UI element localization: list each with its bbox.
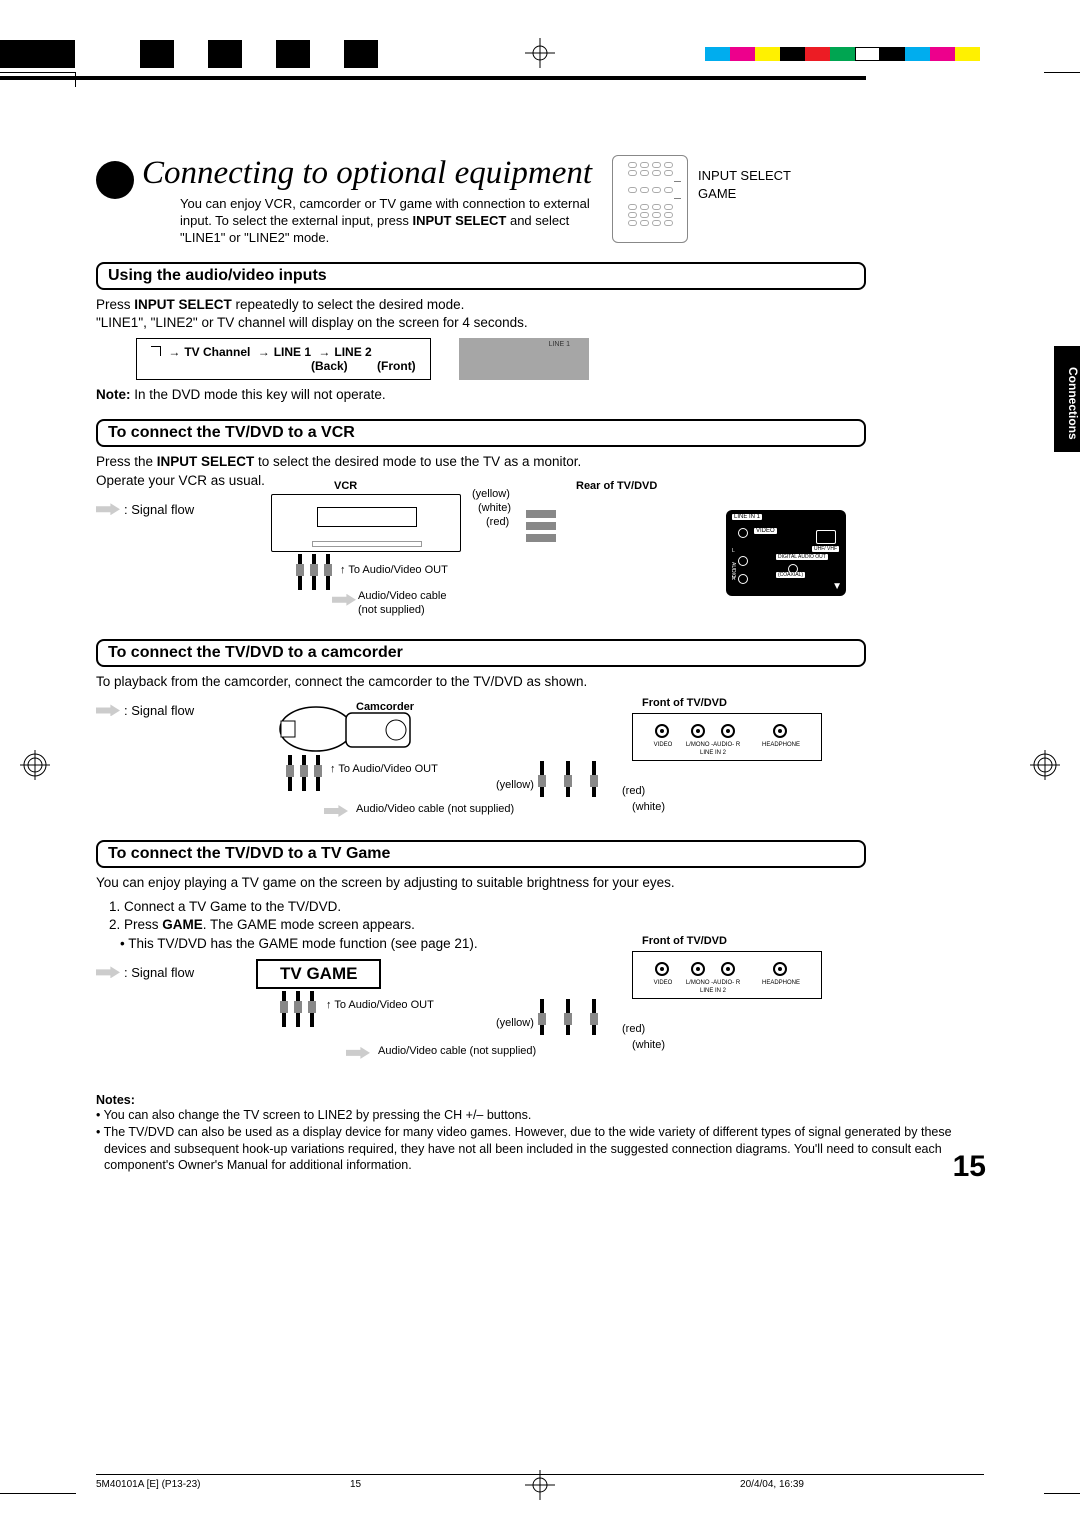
note-text: Note: In the DVD mode this key will not … (96, 386, 986, 404)
registration-mark-icon (1030, 750, 1060, 780)
notes-heading: Notes: (96, 1093, 986, 1107)
arrow-icon (96, 966, 120, 978)
camcorder-connection-diagram: : Signal flow Camcorder Front of TV/DVD … (96, 695, 986, 825)
arrow-icon (96, 503, 120, 515)
section-body: You can enjoy playing a TV game on the s… (96, 874, 986, 892)
page-title: Connecting to optional equipment (142, 155, 592, 192)
crop-mark (1044, 72, 1080, 73)
arrow-icon (96, 704, 120, 716)
front-panel-diagram: VIDEO L/MONO -AUDIO- R HEADPHONE LINE IN… (632, 713, 822, 761)
crop-mark (1044, 1493, 1080, 1494)
registration-mark-icon (20, 750, 50, 780)
crop-mark (75, 72, 76, 87)
notes-list: You can also change the TV screen to LIN… (96, 1107, 986, 1175)
footer: 5M40101A [E] (P13-23) 15 20/4/04, 16:39 (96, 1474, 984, 1490)
tvgame-connection-diagram: : Signal flow TV GAME Front of TV/DVD VI… (96, 957, 986, 1087)
page-content: Connecting to optional equipment You can… (96, 155, 986, 1174)
remote-diagram: — — (612, 155, 688, 243)
section-body: Press INPUT SELECT repeatedly to select … (96, 296, 986, 332)
section-tab: Connections (1054, 346, 1080, 452)
section-body: To playback from the camcorder, connect … (96, 673, 986, 691)
steps-list: Connect a TV Game to the TV/DVD. Press G… (124, 898, 986, 953)
crop-mark (0, 1493, 76, 1494)
section-header: Using the audio/video inputs (96, 262, 866, 290)
tvgame-box: TV GAME (256, 959, 381, 989)
page-number: 15 (953, 1150, 986, 1184)
crop-mark (0, 72, 76, 73)
title-bullet-icon (96, 161, 134, 199)
section-header: To connect the TV/DVD to a VCR (96, 419, 866, 447)
tv-screen-mock: LINE 1 (459, 338, 589, 380)
remote-callouts: INPUT SELECT GAME (698, 167, 791, 203)
front-panel-diagram: VIDEO L/MONO -AUDIO- R HEADPHONE LINE IN… (632, 951, 822, 999)
camcorder-icon (276, 695, 426, 755)
intro-text: You can enjoy VCR, camcorder or TV game … (180, 196, 590, 247)
top-rule (0, 76, 866, 80)
vcr-connection-diagram: : Signal flow VCR (yellow) (white) (red)… (96, 494, 986, 624)
rear-panel-diagram: LINE IN 1 VIDEO UHF/ VHF L DIGITAL AUDIO… (726, 510, 846, 596)
section-header: To connect the TV/DVD to a TV Game (96, 840, 866, 868)
section-header: To connect the TV/DVD to a camcorder (96, 639, 866, 667)
vcr-icon (271, 494, 461, 552)
mode-flow-diagram: TV Channel LINE 1 LINE 2 (Back) (Front) (136, 338, 431, 380)
registration-mark-icon (525, 38, 555, 68)
section-body: Press the INPUT SELECT to select the des… (96, 453, 986, 489)
